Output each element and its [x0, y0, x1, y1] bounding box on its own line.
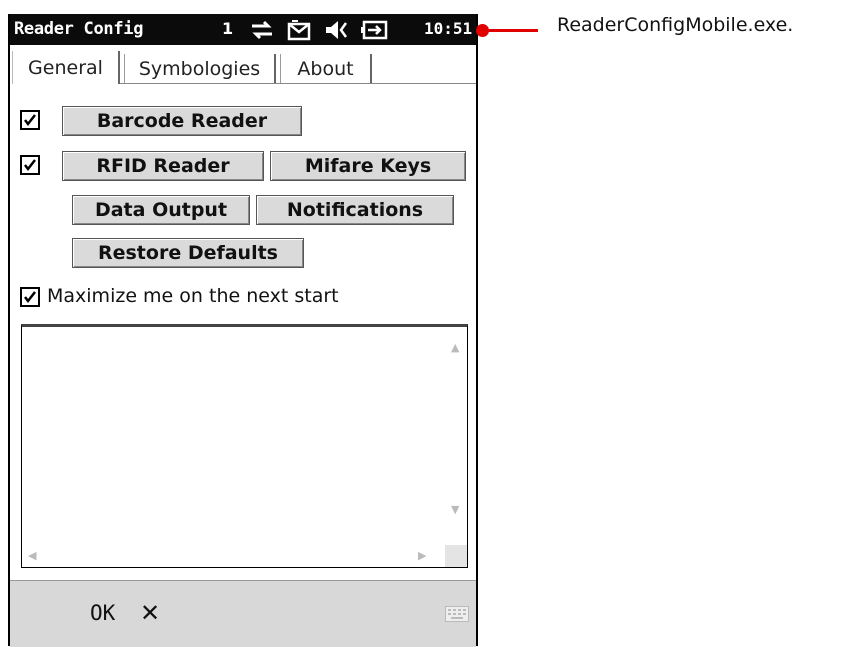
- barcode-reader-checkbox[interactable]: [20, 110, 40, 130]
- connectivity-icon[interactable]: [250, 20, 274, 40]
- softkey-bar: OK ✕: [10, 580, 476, 647]
- tab-symbologies[interactable]: Symbologies: [124, 54, 276, 84]
- horizontal-scrollbar[interactable]: ◀ ▶: [22, 545, 445, 567]
- scroll-left-icon[interactable]: ◀: [28, 549, 36, 562]
- scroll-up-icon[interactable]: ▲: [451, 341, 459, 354]
- scroll-right-icon[interactable]: ▶: [418, 549, 426, 562]
- clock[interactable]: 10:51: [424, 19, 472, 38]
- ok-button[interactable]: OK: [90, 601, 115, 625]
- close-button[interactable]: ✕: [140, 599, 160, 627]
- battery-icon[interactable]: [360, 19, 390, 41]
- tab-general[interactable]: General: [12, 51, 120, 84]
- check-icon: [24, 159, 36, 172]
- callout-label: ReaderConfigMobile.exe.: [557, 14, 794, 36]
- mifare-keys-button[interactable]: Mifare Keys: [270, 151, 466, 181]
- check-icon: [24, 291, 36, 304]
- scrollbar-corner: [445, 545, 467, 567]
- maximize-checkbox[interactable]: [20, 287, 40, 307]
- device-screen: Reader Config 1 10:51 General Symbologie…: [8, 14, 478, 647]
- title-bar: Reader Config 1 10:51: [10, 14, 476, 45]
- log-textarea[interactable]: ▲ ▼ ◀ ▶: [21, 324, 468, 568]
- rfid-reader-checkbox[interactable]: [20, 155, 40, 175]
- callout-line: [478, 29, 538, 32]
- scroll-down-icon[interactable]: ▼: [451, 503, 459, 516]
- message-icon[interactable]: [286, 19, 312, 41]
- tab-bar: General Symbologies About: [10, 46, 476, 84]
- check-icon: [24, 114, 36, 127]
- restore-defaults-button[interactable]: Restore Defaults: [72, 238, 304, 268]
- rfid-reader-button[interactable]: RFID Reader: [62, 151, 264, 181]
- keyboard-icon[interactable]: [445, 606, 469, 626]
- notifications-button[interactable]: Notifications: [256, 195, 454, 225]
- signal-indicator: 1: [222, 19, 234, 38]
- barcode-reader-button[interactable]: Barcode Reader: [62, 106, 302, 136]
- tab-divider: [120, 83, 476, 84]
- vertical-scrollbar[interactable]: ▲ ▼: [445, 327, 467, 547]
- tab-about[interactable]: About: [280, 54, 372, 84]
- maximize-label[interactable]: Maximize me on the next start: [47, 285, 339, 307]
- app-title: Reader Config: [14, 19, 144, 39]
- volume-icon[interactable]: [324, 20, 350, 40]
- data-output-button[interactable]: Data Output: [72, 195, 250, 225]
